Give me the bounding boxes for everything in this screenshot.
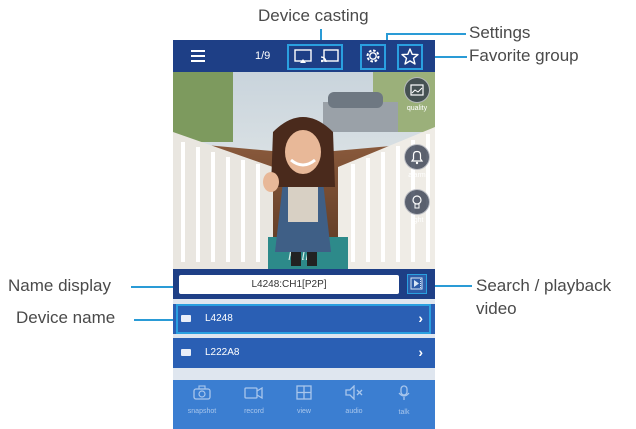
- leader-line-device-name: [134, 319, 176, 321]
- microphone-icon: [398, 385, 410, 400]
- talk-button[interactable]: talk: [379, 385, 429, 416]
- audio-button[interactable]: audio: [329, 384, 379, 415]
- bottom-toolbar: snapshot record view audio talk: [173, 380, 435, 429]
- camera-video-feed[interactable]: hello quality alarm light: [173, 72, 435, 269]
- view-label: view: [296, 408, 311, 415]
- annotation-search-playback-2: video: [476, 299, 517, 318]
- camera-icon: [193, 385, 211, 400]
- mute-icon: [345, 384, 363, 401]
- image-icon: [410, 84, 424, 96]
- device-name-highlight: [176, 304, 431, 334]
- device-row[interactable]: L222A8 ›: [173, 338, 435, 368]
- playback-icon: [410, 277, 423, 290]
- leader-line-settings: [386, 33, 466, 35]
- light-label: light: [410, 217, 424, 224]
- star-icon[interactable]: [401, 48, 419, 70]
- screen-cast-icon[interactable]: [294, 49, 312, 69]
- record-label: record: [244, 408, 264, 415]
- device-icon: [181, 349, 191, 356]
- annotation-settings: Settings: [469, 23, 531, 42]
- doorbell-camera-image: hello: [173, 72, 435, 269]
- snapshot-label: snapshot: [187, 408, 217, 415]
- lightbulb-icon: [412, 195, 422, 209]
- annotation-search-playback: Search / playback: [476, 276, 612, 295]
- record-button[interactable]: record: [229, 385, 279, 415]
- quality-button[interactable]: [404, 77, 430, 103]
- device-name: L222A8: [205, 347, 240, 358]
- view-button[interactable]: view: [279, 385, 329, 415]
- snapshot-button[interactable]: snapshot: [177, 385, 227, 415]
- leader-line-name-display: [131, 286, 179, 288]
- annotation-favorite-group: Favorite group: [469, 46, 579, 65]
- light-button[interactable]: [404, 189, 430, 215]
- name-display-bar: L4248:CH1[P2P]: [173, 269, 435, 299]
- playback-button[interactable]: [407, 274, 427, 294]
- video-camera-icon: [244, 386, 263, 400]
- page-counter: 1/9: [255, 50, 271, 62]
- annotation-device-name: Device name: [16, 308, 116, 327]
- bell-icon: [410, 150, 424, 165]
- annotation-name-display: Name display: [8, 276, 111, 295]
- chevron-right-icon: ›: [418, 344, 423, 360]
- cast-icon[interactable]: [320, 49, 339, 69]
- alarm-button[interactable]: [404, 144, 430, 170]
- menu-icon[interactable]: [191, 49, 205, 67]
- name-display-field[interactable]: L4248:CH1[P2P]: [179, 275, 399, 294]
- annotation-device-casting: Device casting: [258, 6, 369, 25]
- gear-icon[interactable]: [365, 48, 381, 69]
- grid-icon: [296, 385, 312, 400]
- audio-label: audio: [345, 408, 363, 415]
- quality-label: quality: [406, 105, 428, 112]
- top-bar: 1/9: [173, 40, 435, 72]
- app-screen: 1/9 hello quality alarm light L4248:CH1[…: [173, 40, 435, 429]
- alarm-label: alarm: [408, 172, 426, 179]
- talk-label: talk: [398, 409, 410, 416]
